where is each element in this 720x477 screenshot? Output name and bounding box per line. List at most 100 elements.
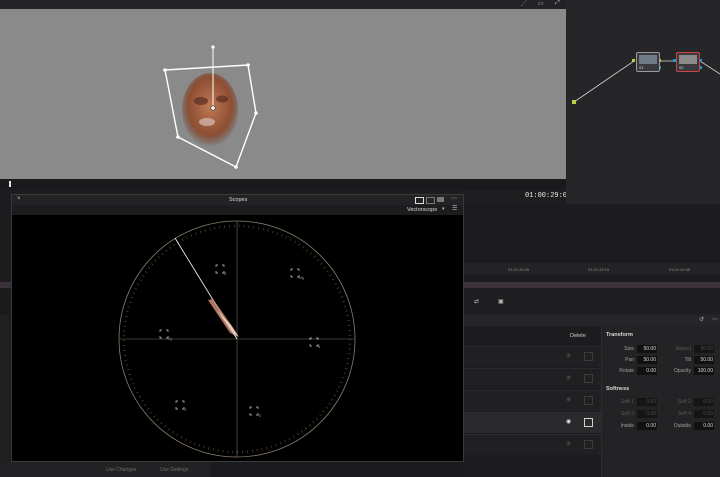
window-shape-icon[interactable] <box>584 352 593 361</box>
frame-tool-icon[interactable]: ▣ <box>498 298 504 305</box>
tick-label: 01:01:33:15 <box>588 267 610 272</box>
window-row[interactable]: ◉ <box>462 368 601 389</box>
tilt-label: Tilt <box>684 357 691 363</box>
window-row[interactable]: ◉ <box>462 434 601 455</box>
softness-title: Softness <box>606 386 630 392</box>
tick-label: 01:01:40:35 <box>669 267 691 272</box>
chevron-down-icon[interactable]: ▾ <box>442 206 445 212</box>
reset-icon[interactable]: ↺ <box>699 316 704 323</box>
outside-label: Outside <box>673 423 691 429</box>
window-center-handle[interactable] <box>210 105 216 111</box>
use-settings-button[interactable]: Use Settings <box>160 467 188 473</box>
opacity-field[interactable]: 100.00 <box>694 367 714 375</box>
dual-layout-icon[interactable] <box>426 197 435 204</box>
size-field[interactable]: 50.00 <box>637 345 657 353</box>
toggle-icon[interactable]: ◉ <box>566 396 571 403</box>
graticule <box>118 220 356 458</box>
node-02[interactable]: 02 <box>676 52 700 72</box>
more-icon[interactable]: ⋯ <box>712 316 718 323</box>
target-label: G <box>184 408 187 412</box>
viewer-panel: ⋰ ▭ ⤢ <box>0 0 566 190</box>
window-row[interactable]: ◉ <box>462 346 601 367</box>
use-changes-button[interactable]: Use Changes <box>106 467 136 473</box>
soft1-label: Soft 1 <box>620 399 634 405</box>
soft3-field[interactable]: 0.00 <box>637 410 657 418</box>
node-thumbnail <box>639 55 657 64</box>
target-box <box>290 268 300 278</box>
vectorscope-graph: R Mg B Cy G Yl <box>118 220 356 458</box>
window-shape-icon[interactable] <box>584 374 593 383</box>
window-tool-icon[interactable]: ⇄ <box>474 298 479 305</box>
expand-icon[interactable]: ⤢ <box>555 0 560 7</box>
playhead[interactable] <box>9 181 11 187</box>
target-label: Cy <box>168 337 173 341</box>
tilt-field[interactable]: 50.00 <box>694 356 714 364</box>
target-label: B <box>318 345 321 349</box>
node-label: 02 <box>679 65 684 70</box>
share-icon[interactable]: ⋰ <box>521 0 527 7</box>
target-box <box>215 264 225 274</box>
power-window-overlay[interactable] <box>0 9 566 179</box>
node-editor[interactable]: 01 02 <box>566 0 720 204</box>
soft2-label: Soft 2 <box>677 399 691 405</box>
opacity-label: Opacity <box>674 368 691 374</box>
trace <box>208 299 239 337</box>
quad-layout-icon[interactable] <box>437 197 444 202</box>
palette-header: ↺ ⋯ <box>462 315 720 326</box>
toggle-icon[interactable]: ◉ <box>566 440 571 447</box>
tool-row: ⇄ ▣ <box>462 290 720 315</box>
color-targets: R Mg B Cy G Yl <box>159 264 321 418</box>
window-shape-icon[interactable] <box>584 440 593 449</box>
soft1-field[interactable]: 0.00 <box>637 398 657 406</box>
layout-icon[interactable]: ▭ <box>538 0 544 7</box>
delete-button[interactable]: Delete <box>570 333 586 339</box>
window-shape-icon[interactable] <box>584 418 593 427</box>
outside-field[interactable]: 0.00 <box>694 422 714 430</box>
node-label: 01 <box>639 65 644 70</box>
toggle-icon[interactable]: ◉ <box>566 352 571 359</box>
soft4-field[interactable]: 0.00 <box>694 410 714 418</box>
side-strip <box>0 315 10 462</box>
toggle-icon[interactable]: ◉ <box>566 374 571 381</box>
window-row[interactable]: ◉ <box>462 390 601 411</box>
settings-icon[interactable]: ☰ <box>452 205 457 212</box>
window-shape-icon[interactable] <box>584 396 593 405</box>
timecode: 01:00:29:05 <box>525 192 572 200</box>
aspect-field[interactable]: 50.00 <box>694 345 714 353</box>
viewer-scrubber[interactable] <box>0 179 566 190</box>
pan-field[interactable]: 50.00 <box>637 356 657 364</box>
size-label: Size <box>624 346 634 352</box>
soft4-label: Soft 4 <box>677 411 691 417</box>
soft3-label: Soft 3 <box>620 411 634 417</box>
pan-label: Pan <box>625 357 634 363</box>
scopes-subbar: Vectorscope ▾ ☰ <box>12 205 463 215</box>
target-box <box>249 406 259 416</box>
window-row-active[interactable]: ◉ <box>462 412 601 433</box>
scope-mode-select[interactable]: Vectorscope <box>407 207 437 213</box>
target-label: Yl <box>258 414 261 418</box>
tick-label: 01:01:25:35 <box>508 267 530 272</box>
close-icon[interactable]: × <box>17 196 21 202</box>
timecode-bar: 01:00:29:05 <box>462 190 571 204</box>
rotate-label: Rotate <box>619 368 634 374</box>
soft2-field[interactable]: 0.00 <box>694 398 714 406</box>
node-01[interactable]: 01 <box>636 52 660 72</box>
aspect-label: Aspect <box>675 346 691 352</box>
face-image <box>182 73 238 147</box>
viewer-toolbar: ⋰ ▭ ⤢ <box>0 0 566 9</box>
scopes-titlebar[interactable]: × Scopes ⋯ <box>12 195 463 205</box>
transform-title: Transform <box>606 332 633 338</box>
rotate-field[interactable]: 0.00 <box>637 367 657 375</box>
viewer-canvas[interactable] <box>0 9 566 179</box>
target-box <box>175 400 185 410</box>
scopes-window[interactable]: × Scopes ⋯ Vectorscope ▾ ☰ R Mg B Cy G Yl <box>11 194 464 462</box>
single-layout-icon[interactable] <box>415 197 424 204</box>
node-thumbnail <box>679 55 697 64</box>
bottom-buttons: Use Changes Use Settings <box>0 462 210 477</box>
inside-field[interactable]: 0.00 <box>637 422 657 430</box>
toggle-icon[interactable]: ◉ <box>566 418 571 425</box>
more-icon[interactable]: ⋯ <box>451 195 457 202</box>
target-label: R <box>224 272 227 276</box>
timeline-ruler[interactable]: 01:01:25:35 01:01:33:15 01:01:40:35 <box>462 263 720 275</box>
target-label: Mg <box>299 276 304 280</box>
